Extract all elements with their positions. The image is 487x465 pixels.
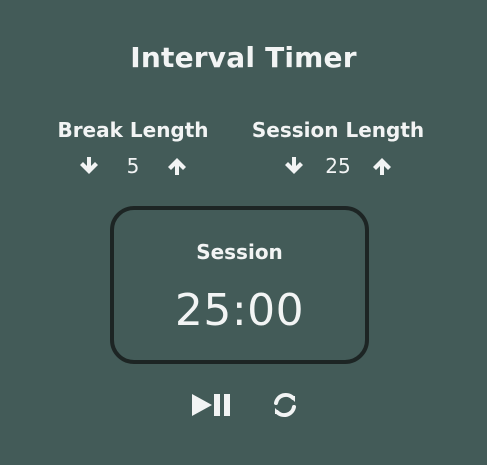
start-stop-button[interactable] <box>190 391 236 419</box>
session-increment-button[interactable] <box>370 154 394 178</box>
break-increment-button[interactable] <box>165 154 189 178</box>
refresh-icon <box>274 392 296 418</box>
arrow-down-icon <box>80 157 98 174</box>
reset-button[interactable] <box>272 392 298 418</box>
page-title: Interval Timer <box>130 41 357 74</box>
timer-label: Session <box>196 240 283 264</box>
break-length-row: 5 <box>42 152 224 180</box>
interval-timer-app: Interval Timer Break Length 5 Session Le… <box>0 0 487 465</box>
arrow-up-icon <box>373 158 391 175</box>
session-length-value: 25 <box>325 154 351 178</box>
break-length-control: Break Length 5 <box>42 116 224 180</box>
arrow-down-icon <box>285 157 303 174</box>
session-decrement-button[interactable] <box>282 154 306 178</box>
timer-controls <box>190 390 302 420</box>
session-length-label: Session Length <box>251 118 425 142</box>
play-pause-icon <box>192 394 230 416</box>
time-left-display: 25:00 <box>174 285 305 336</box>
break-length-value: 5 <box>126 154 140 178</box>
timer-display-panel: Session 25:00 <box>110 206 369 364</box>
session-length-control: Session Length 25 <box>243 116 433 180</box>
break-length-label: Break Length <box>57 118 209 142</box>
session-length-row: 25 <box>243 152 433 180</box>
arrow-up-icon <box>168 158 186 175</box>
break-decrement-button[interactable] <box>77 154 101 178</box>
